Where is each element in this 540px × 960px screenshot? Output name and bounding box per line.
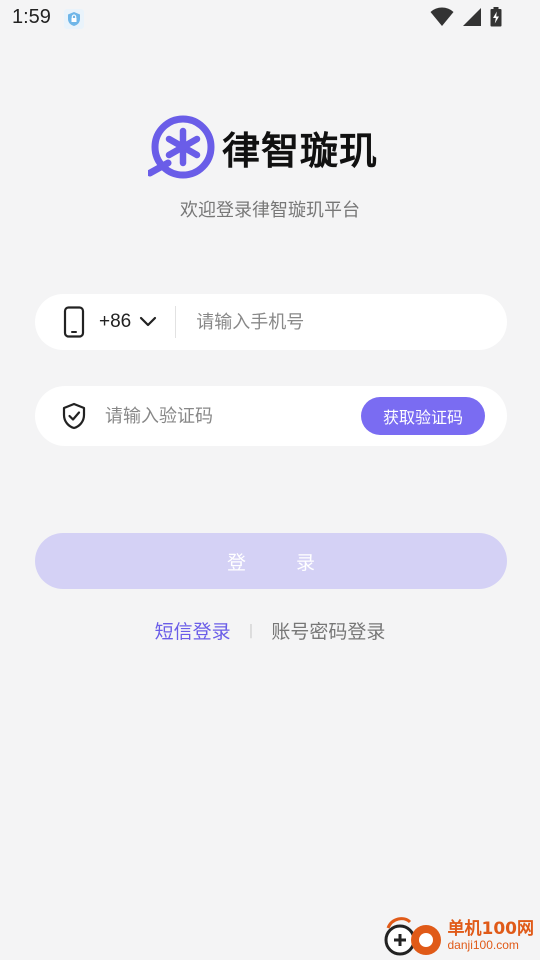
battery-charging-icon bbox=[490, 7, 502, 27]
brand-logo: 律智璇玑 bbox=[148, 113, 378, 181]
country-code: +86 bbox=[99, 311, 132, 332]
sms-login-link[interactable]: 短信登录 bbox=[155, 617, 231, 644]
asterisk-logo-icon bbox=[148, 115, 215, 179]
login-button[interactable]: 登 录 bbox=[35, 533, 507, 589]
shield-check-icon bbox=[62, 402, 86, 430]
welcome-subtitle: 欢迎登录律智璇玑平台 bbox=[180, 200, 360, 221]
vpn-shield-icon bbox=[64, 9, 84, 29]
watermark-logo-icon bbox=[384, 917, 441, 956]
brand-name: 律智璇玑 bbox=[222, 128, 379, 173]
code-input[interactable] bbox=[103, 404, 327, 428]
status-bar: 1:59 bbox=[0, 0, 540, 36]
status-time: 1:59 bbox=[12, 6, 51, 28]
signal-icon bbox=[463, 8, 481, 26]
login-mode-switch: 短信登录 | 账号密码登录 bbox=[0, 617, 540, 644]
get-code-button[interactable]: 获取验证码 bbox=[361, 397, 485, 435]
chevron-down-icon bbox=[140, 316, 157, 327]
password-login-link[interactable]: 账号密码登录 bbox=[271, 617, 385, 644]
phone-field: +86 bbox=[35, 294, 507, 350]
mode-separator: | bbox=[248, 622, 254, 639]
country-code-selector[interactable]: +86 bbox=[99, 311, 157, 333]
smartphone-icon bbox=[63, 306, 85, 338]
verification-code-field: 获取验证码 bbox=[35, 386, 507, 446]
wifi-icon bbox=[430, 7, 454, 26]
watermark-line2: danji100.com bbox=[447, 937, 519, 952]
phone-input[interactable] bbox=[194, 310, 449, 334]
status-icons bbox=[430, 7, 502, 27]
watermark-line1: 单机100网 bbox=[447, 918, 535, 939]
watermark: 单机100网 danji100.com bbox=[382, 914, 535, 958]
watermark-text: 单机100网 danji100.com bbox=[447, 918, 535, 952]
field-divider bbox=[175, 306, 177, 338]
